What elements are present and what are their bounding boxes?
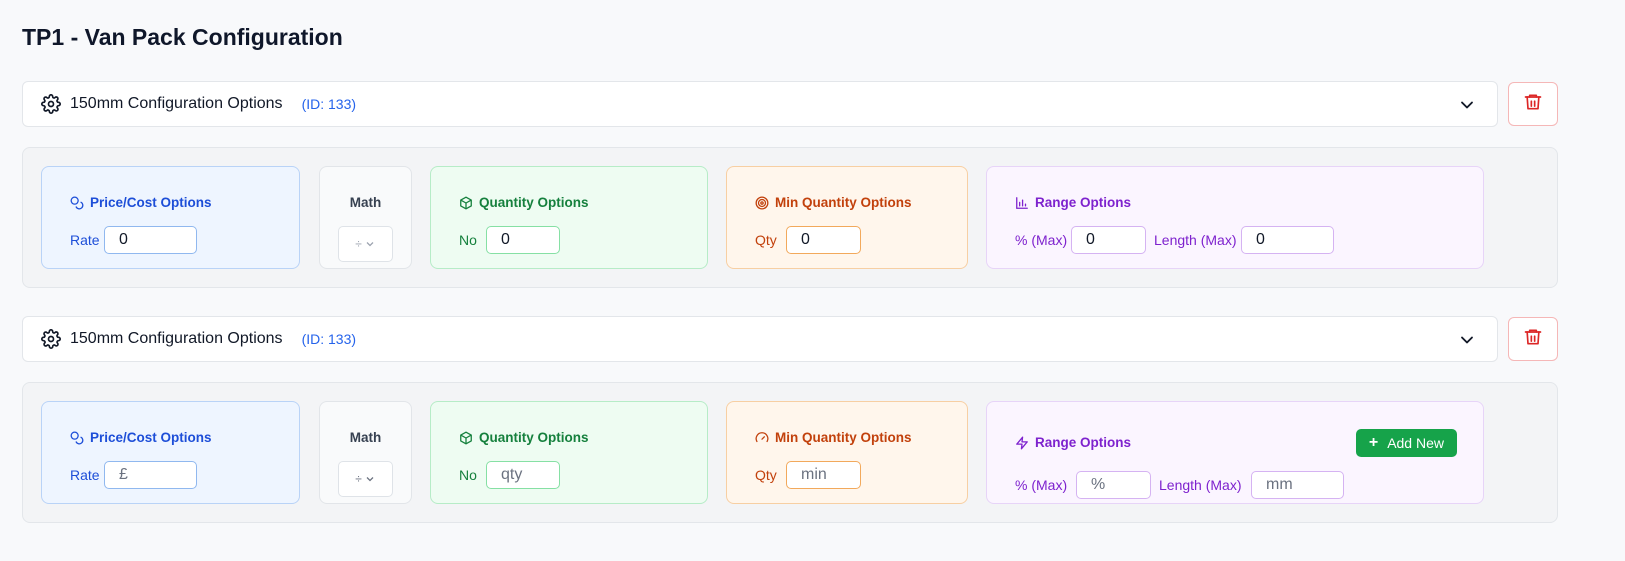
zap-icon bbox=[1015, 436, 1029, 450]
length-max-input[interactable] bbox=[1241, 226, 1334, 254]
target-icon bbox=[755, 196, 769, 210]
config-title: 150mm Configuration Options bbox=[70, 95, 283, 112]
rate-label: Rate bbox=[70, 467, 100, 483]
price-cost-card: Price/Cost Options Rate bbox=[41, 166, 300, 269]
no-label: No bbox=[459, 467, 477, 483]
rate-label: Rate bbox=[70, 232, 100, 248]
range-title: Range Options bbox=[1015, 195, 1131, 210]
coins-icon bbox=[70, 431, 84, 445]
chevron-down-icon[interactable] bbox=[1457, 95, 1477, 115]
length-max-input[interactable] bbox=[1251, 471, 1344, 499]
min-quantity-card: Min Quantity Options Qty bbox=[726, 401, 968, 504]
quantity-input[interactable] bbox=[486, 226, 560, 254]
no-label: No bbox=[459, 232, 477, 248]
pct-max-input[interactable] bbox=[1076, 471, 1151, 499]
length-max-label: Length (Max) bbox=[1159, 477, 1242, 493]
math-title: Math bbox=[349, 430, 382, 445]
config-header[interactable]: 150mm Configuration Options (ID: 133) bbox=[22, 316, 1498, 362]
config-id: (ID: 133) bbox=[301, 331, 357, 347]
gauge-icon bbox=[755, 431, 769, 445]
config-title: 150mm Configuration Options bbox=[70, 330, 283, 347]
range-title: Range Options bbox=[1015, 435, 1131, 450]
config-panel: Price/Cost Options Rate Math ÷ Quantity … bbox=[22, 147, 1558, 288]
min-quantity-title: Min Quantity Options bbox=[755, 195, 912, 210]
chevron-down-icon bbox=[364, 238, 376, 250]
chevron-down-icon bbox=[364, 473, 376, 485]
plus-icon: + bbox=[1368, 434, 1379, 451]
rate-input[interactable] bbox=[104, 461, 197, 489]
package-icon bbox=[459, 431, 473, 445]
min-quantity-input[interactable] bbox=[786, 461, 861, 489]
qty-label: Qty bbox=[755, 467, 777, 483]
quantity-card: Quantity Options No bbox=[430, 166, 708, 269]
quantity-card: Quantity Options No bbox=[430, 401, 708, 504]
min-quantity-card: Min Quantity Options Qty bbox=[726, 166, 968, 269]
range-card: Range Options + Add New % (Max) Length (… bbox=[986, 401, 1484, 504]
math-select[interactable]: ÷ bbox=[338, 226, 393, 262]
delete-config-button[interactable] bbox=[1508, 82, 1558, 126]
package-icon bbox=[459, 196, 473, 210]
config-header[interactable]: 150mm Configuration Options (ID: 133) bbox=[22, 81, 1498, 127]
delete-config-button[interactable] bbox=[1508, 317, 1558, 361]
config-panel: Price/Cost Options Rate Math ÷ Quantity … bbox=[22, 382, 1558, 523]
quantity-input[interactable] bbox=[486, 461, 560, 489]
rate-input[interactable] bbox=[104, 226, 197, 254]
gear-icon bbox=[41, 94, 61, 114]
pct-max-input[interactable] bbox=[1071, 226, 1146, 254]
length-max-label: Length (Max) bbox=[1154, 232, 1237, 248]
math-select[interactable]: ÷ bbox=[338, 461, 393, 497]
quantity-title: Quantity Options bbox=[459, 430, 589, 445]
math-card: Math ÷ bbox=[319, 166, 412, 269]
min-quantity-input[interactable] bbox=[786, 226, 861, 254]
price-cost-title: Price/Cost Options bbox=[70, 430, 212, 445]
math-card: Math ÷ bbox=[319, 401, 412, 504]
pct-max-label: % (Max) bbox=[1015, 477, 1068, 493]
price-cost-card: Price/Cost Options Rate bbox=[41, 401, 300, 504]
coins-icon bbox=[70, 196, 84, 210]
range-card: Range Options % (Max) Length (Max) bbox=[986, 166, 1484, 269]
qty-label: Qty bbox=[755, 232, 777, 248]
price-cost-title: Price/Cost Options bbox=[70, 195, 212, 210]
add-new-button[interactable]: + Add New bbox=[1355, 429, 1457, 457]
math-title: Math bbox=[349, 195, 382, 210]
gear-icon bbox=[41, 329, 61, 349]
trash-icon bbox=[1523, 92, 1543, 117]
trash-icon bbox=[1523, 327, 1543, 352]
page-title: TP1 - Van Pack Configuration bbox=[22, 24, 343, 50]
quantity-title: Quantity Options bbox=[459, 195, 589, 210]
pct-max-label: % (Max) bbox=[1015, 232, 1068, 248]
bar-chart-icon bbox=[1015, 196, 1029, 210]
config-id: (ID: 133) bbox=[301, 96, 357, 112]
min-quantity-title: Min Quantity Options bbox=[755, 430, 912, 445]
chevron-down-icon[interactable] bbox=[1457, 330, 1477, 350]
